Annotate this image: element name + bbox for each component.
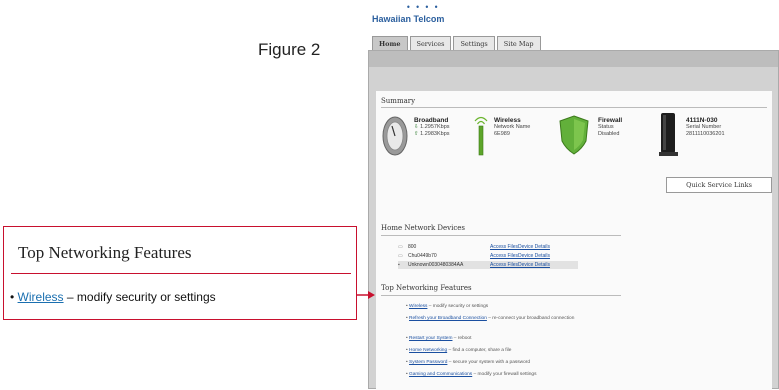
firewall-summary: Firewall Status Disabled xyxy=(598,117,622,138)
features-divider xyxy=(381,295,621,296)
feature-desc: – find a computer, share a file xyxy=(447,348,512,353)
hawaiian-telcom-logo: • • • • Hawaiian Telcom xyxy=(372,4,472,26)
tab-site-map[interactable]: Site Map xyxy=(496,36,541,51)
callout-title: Top Networking Features xyxy=(18,243,192,262)
firewall-label: Firewall xyxy=(598,117,623,124)
device-details-link[interactable]: Device Details xyxy=(518,252,550,260)
feature-item: • Wireless – modify security or settings xyxy=(406,304,489,309)
home-devices-divider xyxy=(381,235,621,236)
down-arrow-icon: ⇩ xyxy=(414,124,419,130)
firewall-field: Status xyxy=(598,124,614,130)
device-type-icon: ▪ xyxy=(398,262,400,268)
feature-item: • Home Networking – find a computer, sha… xyxy=(406,348,512,353)
wireless-antenna-icon xyxy=(474,116,488,156)
callout-item: • Wireless – modify security or settings xyxy=(10,290,216,304)
access-files-link[interactable]: Access Files xyxy=(490,243,518,251)
brand-name: Hawaiian Telcom xyxy=(372,14,445,24)
wireless-label: Wireless xyxy=(494,117,521,124)
device-details-link[interactable]: Device Details xyxy=(518,261,550,269)
tab-home[interactable]: Home xyxy=(372,36,408,51)
device-details-link[interactable]: Device Details xyxy=(518,243,550,251)
device-label: 4111N-030 xyxy=(686,117,718,124)
device-name: 800 xyxy=(408,244,417,250)
feature-link[interactable]: Home Networking xyxy=(409,348,447,353)
device-row: ▭ Chu0449b70 Access Files Device Details xyxy=(398,252,578,260)
broadband-gauge-icon xyxy=(382,116,408,156)
logo-dots: • • • • xyxy=(406,3,440,12)
callout-bullet: • xyxy=(10,290,15,304)
tab-services[interactable]: Services xyxy=(409,36,452,51)
wireless-value: 6E989 xyxy=(494,131,510,137)
firewall-shield-icon xyxy=(559,115,589,155)
feature-link[interactable]: Refresh your Broadband Connection xyxy=(409,316,487,321)
device-name: Unknown0030480384AA xyxy=(408,262,464,268)
broadband-label: Broadband xyxy=(414,117,449,124)
device-row: ▪ Unknown0030480384AA Access Files Devic… xyxy=(398,261,578,269)
router-device-icon xyxy=(659,113,678,156)
device-row: ▭ 800 Access Files Device Details xyxy=(398,243,578,251)
summary-title: Summary xyxy=(381,97,416,105)
feature-link[interactable]: System Password xyxy=(409,360,447,365)
panel-content: Summary Broadband ⇩ 1.2957Kbps ⇧ 1.2983K… xyxy=(376,91,772,390)
features-title: Top Networking Features xyxy=(381,284,472,292)
panel-header-bar xyxy=(369,51,778,67)
wireless-link[interactable]: Wireless xyxy=(18,290,64,304)
broadband-summary: Broadband ⇩ 1.2957Kbps ⇧ 1.2983Kbps xyxy=(414,117,450,138)
broadband-down-value: 1.2957Kbps xyxy=(420,124,450,130)
access-files-link[interactable]: Access Files xyxy=(490,252,518,260)
tab-settings[interactable]: Settings xyxy=(453,36,495,51)
broadband-up-value: 1.2983Kbps xyxy=(420,131,450,137)
feature-desc: – reboot xyxy=(452,336,472,341)
callout-divider xyxy=(11,273,351,274)
device-name: Chu0449b70 xyxy=(408,253,437,259)
wireless-field: Network Name xyxy=(494,124,531,130)
broadband-down: ⇩ 1.2957Kbps xyxy=(414,124,450,131)
router-panel: Summary Broadband ⇩ 1.2957Kbps ⇧ 1.2983K… xyxy=(368,50,779,390)
up-arrow-icon: ⇧ xyxy=(414,131,419,137)
home-devices-title: Home Network Devices xyxy=(381,224,466,232)
feature-item: • Restart your System – reboot xyxy=(406,336,472,341)
access-files-link[interactable]: Access Files xyxy=(490,261,518,269)
feature-link[interactable]: Gaming and Communications xyxy=(409,372,472,377)
wireless-summary: Wireless Network Name 6E989 xyxy=(494,117,530,138)
feature-desc: – modify your firewall settings xyxy=(472,372,537,377)
feature-desc: – re-connect your broadband connection xyxy=(486,316,575,321)
feature-item: • Gaming and Communications – modify you… xyxy=(406,372,537,377)
callout-box: Top Networking Features • Wireless – mod… xyxy=(3,226,357,320)
device-summary: 4111N-030 Serial Number 2811110036201 xyxy=(686,117,725,138)
figure-label: Figure 2 xyxy=(258,40,321,59)
callout-arrow-icon xyxy=(356,291,375,299)
device-value: 2811110036201 xyxy=(686,131,725,137)
device-type-icon: ▭ xyxy=(398,253,403,259)
summary-divider xyxy=(381,107,767,108)
nav-tabs: Home Services Settings Site Map xyxy=(372,36,541,51)
device-type-icon: ▭ xyxy=(398,244,403,250)
broadband-up: ⇧ 1.2983Kbps xyxy=(414,131,450,138)
feature-desc: – secure your system with a password xyxy=(447,360,531,365)
device-field: Serial Number xyxy=(686,124,722,130)
feature-item: • System Password – secure your system w… xyxy=(406,360,531,365)
callout-desc: – modify security or settings xyxy=(63,290,216,304)
feature-link[interactable]: Wireless xyxy=(409,304,427,309)
feature-desc: – modify security or settings xyxy=(427,304,489,309)
quick-service-links-button[interactable]: Quick Service Links xyxy=(666,177,772,193)
feature-item: • Refresh your Broadband Connection – re… xyxy=(406,316,575,321)
firewall-value: Disabled xyxy=(598,131,620,137)
feature-link[interactable]: Restart your System xyxy=(409,336,452,341)
